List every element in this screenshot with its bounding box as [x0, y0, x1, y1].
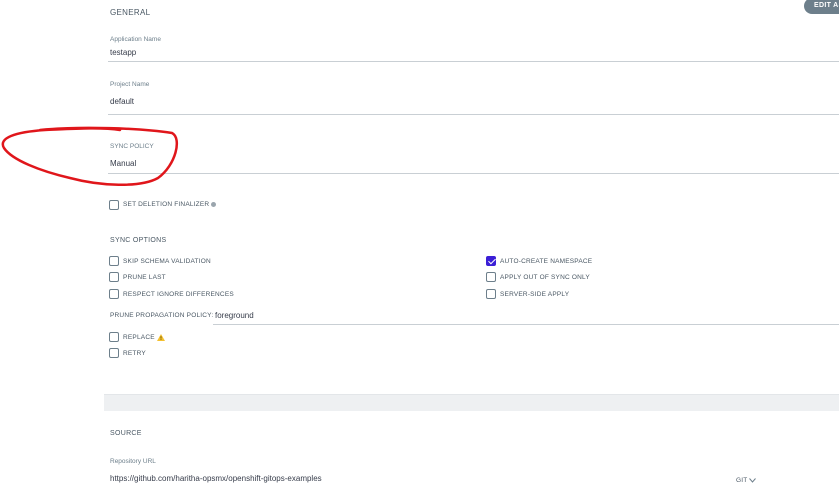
- server-side-apply-label: SERVER-SIDE APPLY: [500, 291, 570, 298]
- chevron-down-icon: [749, 477, 757, 483]
- skip-schema-validation-checkbox[interactable]: [109, 256, 119, 266]
- deletion-finalizer-checkbox[interactable]: [109, 200, 119, 210]
- server-side-apply-checkbox[interactable]: [486, 289, 496, 299]
- info-icon[interactable]: [211, 201, 217, 207]
- repository-url-input[interactable]: https://github.com/haritha-opsmx/openshi…: [110, 474, 322, 483]
- prune-propagation-policy-label: PRUNE PROPAGATION POLICY:: [110, 312, 214, 319]
- prune-last-label: PRUNE LAST: [123, 274, 166, 281]
- prune-last-checkbox[interactable]: [109, 272, 119, 282]
- retry-label: RETRY: [123, 350, 146, 357]
- sync-options-title: SYNC OPTIONS: [110, 237, 167, 244]
- replace-option: REPLACE: [123, 334, 165, 341]
- warning-icon: [156, 334, 165, 341]
- prune-propagation-policy-select[interactable]: foreground: [215, 311, 254, 320]
- respect-ignore-differences-checkbox[interactable]: [109, 289, 119, 299]
- retry-checkbox[interactable]: [109, 348, 119, 358]
- deletion-finalizer-label: SET DELETION FINALIZER: [123, 201, 210, 208]
- apply-out-of-sync-only-checkbox[interactable]: [486, 272, 496, 282]
- section-divider: [104, 394, 839, 411]
- auto-create-namespace-checkbox[interactable]: [486, 256, 496, 266]
- repository-url-label: Repository URL: [110, 458, 156, 465]
- skip-schema-validation-label: SKIP SCHEMA VALIDATION: [123, 258, 211, 265]
- repo-type-label: GIT: [736, 477, 748, 484]
- repo-type-dropdown[interactable]: GIT: [736, 477, 757, 484]
- source-section-title: SOURCE: [110, 430, 142, 437]
- auto-create-namespace-label: AUTO-CREATE NAMESPACE: [500, 258, 593, 265]
- replace-label: REPLACE: [123, 334, 155, 342]
- prune-propagation-underline: [213, 324, 839, 325]
- respect-ignore-differences-label: RESPECT IGNORE DIFFERENCES: [123, 291, 234, 298]
- apply-out-of-sync-only-label: APPLY OUT OF SYNC ONLY: [500, 274, 590, 281]
- deletion-finalizer-option: SET DELETION FINALIZER: [123, 201, 217, 208]
- replace-checkbox[interactable]: [109, 332, 119, 342]
